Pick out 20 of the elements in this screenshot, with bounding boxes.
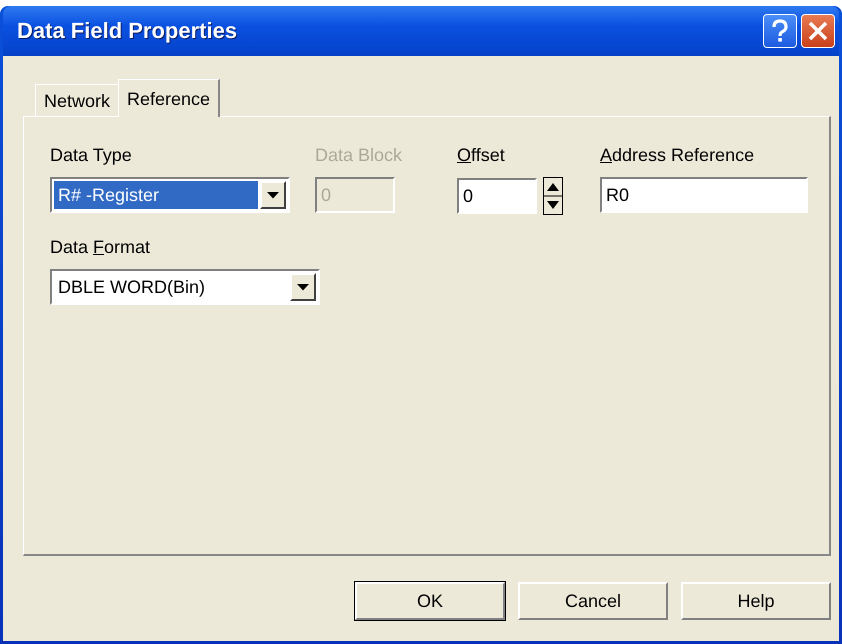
field-label: Offset — [457, 145, 506, 167]
dropdown-value: DBLE WORD(Bin) — [57, 276, 206, 299]
dialog-button[interactable]: Cancel — [518, 582, 668, 620]
tab[interactable]: Reference — [118, 79, 220, 117]
field-label: Data Type — [50, 145, 133, 167]
dropdown-field[interactable]: R# -Register — [50, 177, 290, 213]
dialog-button[interactable]: OK — [355, 582, 505, 620]
field-label: Data Format — [50, 237, 152, 259]
close-icon[interactable] — [801, 14, 835, 48]
help-icon[interactable] — [763, 14, 797, 48]
dropdown-field[interactable]: DBLE WORD(Bin) — [50, 269, 320, 305]
tab[interactable]: Network — [35, 84, 120, 116]
input-field[interactable]: R0 — [600, 177, 808, 213]
spinner-icon[interactable] — [543, 177, 563, 215]
input-field[interactable]: 0 — [457, 178, 537, 214]
dialog-button[interactable]: Help — [681, 582, 831, 620]
window-title: Data Field Properties — [17, 18, 238, 44]
field-label: Address Reference — [600, 145, 756, 167]
dropdown-value: R# -Register — [54, 181, 258, 209]
field-label: Data Block — [315, 145, 404, 167]
